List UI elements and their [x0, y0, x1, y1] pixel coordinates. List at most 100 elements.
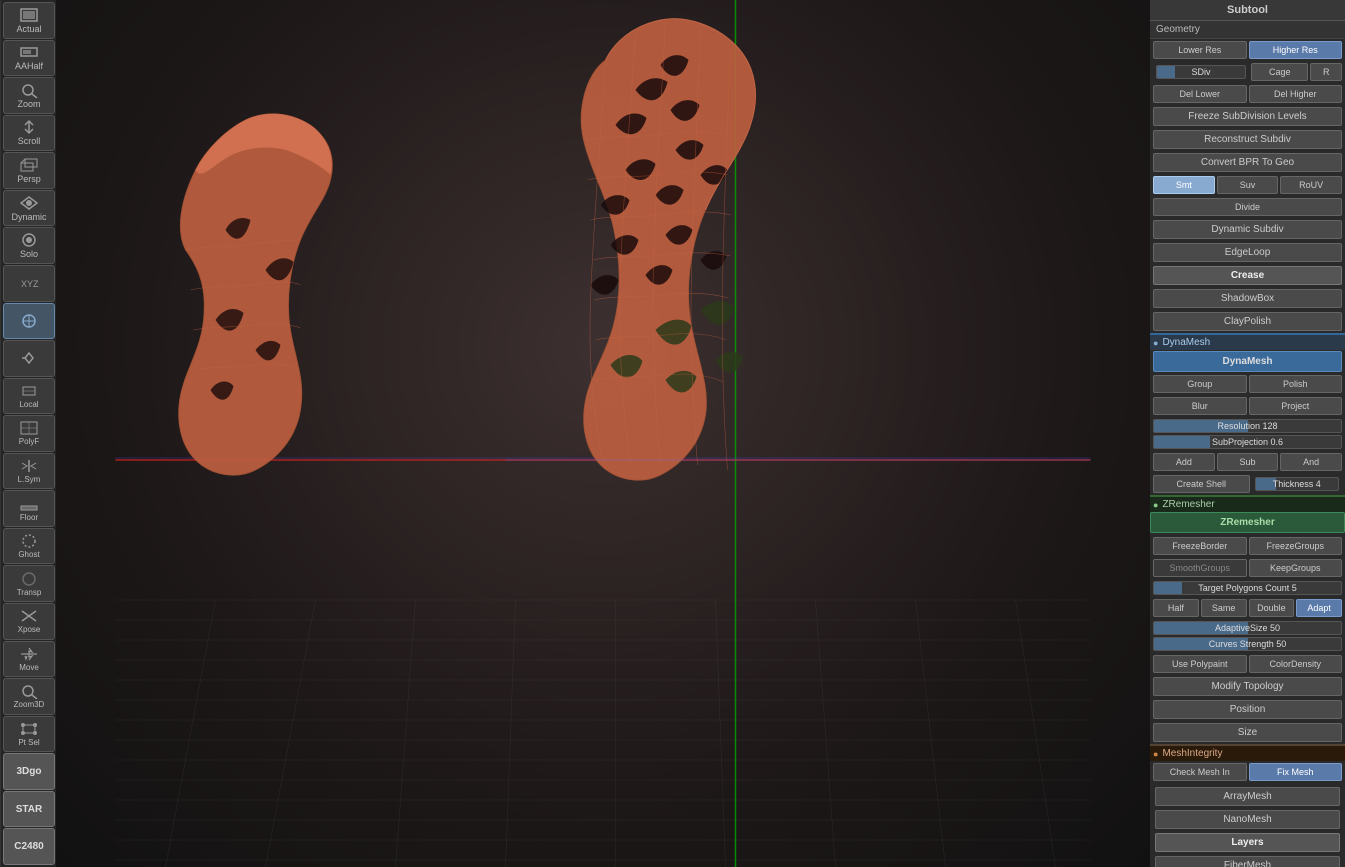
scroll-label: Scroll	[18, 136, 41, 146]
color-density-btn[interactable]: ColorDensity	[1249, 655, 1343, 673]
del-higher-btn[interactable]: Del Higher	[1249, 85, 1343, 103]
r-btn[interactable]: R	[1310, 63, 1342, 81]
and-btn[interactable]: And	[1280, 453, 1342, 471]
rouv-btn[interactable]: RoUV	[1280, 176, 1342, 194]
dynamic-btn[interactable]: Dynamic	[3, 190, 55, 227]
polyf-btn[interactable]: PolyF	[3, 415, 55, 452]
zremesher-section-title: ZRemesher	[1162, 499, 1214, 510]
claypolish-btn[interactable]: ClayPolish	[1153, 312, 1342, 331]
nano-mesh-btn[interactable]: NanoMesh	[1155, 810, 1340, 829]
sub-btn[interactable]: Sub	[1217, 453, 1279, 471]
project-btn[interactable]: Project	[1249, 397, 1343, 415]
zoom-label: Zoom	[17, 99, 40, 109]
aahalf-btn[interactable]: AAHalf	[3, 40, 55, 77]
shadowbox-btn[interactable]: ShadowBox	[1153, 289, 1342, 308]
double-btn[interactable]: Double	[1249, 599, 1295, 617]
polypaint-row: Use Polypaint ColorDensity	[1150, 653, 1345, 675]
dynmesh-section-title: DynaMesh	[1162, 337, 1210, 348]
use-polypaint-btn[interactable]: Use Polypaint	[1153, 655, 1247, 673]
thickness-slider[interactable]: Thickness 4	[1255, 477, 1340, 491]
divide-row: Divide	[1150, 196, 1345, 218]
modify-topology-btn[interactable]: Modify Topology	[1153, 677, 1342, 696]
aahalf-label: AAHalf	[15, 61, 43, 71]
adapt-btn[interactable]: Adapt	[1296, 599, 1342, 617]
half-btn[interactable]: Half	[1153, 599, 1199, 617]
zoom-btn[interactable]: Zoom	[3, 77, 55, 114]
smt-btn[interactable]: Smt	[1153, 176, 1215, 194]
blur-btn[interactable]: Blur	[1153, 397, 1247, 415]
reconstruct-subdiv-btn[interactable]: Reconstruct Subdiv	[1153, 130, 1342, 149]
ghost-btn[interactable]: Ghost	[3, 528, 55, 565]
polish-btn[interactable]: Polish	[1249, 375, 1343, 393]
del-lower-btn[interactable]: Del Lower	[1153, 85, 1247, 103]
add-btn[interactable]: Add	[1153, 453, 1215, 471]
move-btn[interactable]: Move	[3, 641, 55, 678]
3dgo-btn[interactable]: 3Dgo	[3, 753, 55, 790]
snap-btn[interactable]	[3, 303, 55, 340]
persp-btn[interactable]: Persp	[3, 152, 55, 189]
floor-label: Floor	[20, 513, 38, 522]
fiber-mesh-btn[interactable]: FiberMesh	[1155, 856, 1340, 867]
dynmesh-main-btn[interactable]: DynaMesh	[1153, 351, 1342, 372]
resolution-slider[interactable]: Resolution 128	[1153, 419, 1342, 433]
subprojection-slider[interactable]: SubProjection 0.6	[1153, 435, 1342, 449]
subtool-header: Subtool	[1150, 0, 1345, 21]
ref-btn[interactable]	[3, 340, 55, 377]
ptsel-btn[interactable]: Pt Sel	[3, 716, 55, 753]
persp-label: Persp	[17, 174, 41, 184]
solo-btn[interactable]: Solo	[3, 227, 55, 264]
floor-btn[interactable]: Floor	[3, 490, 55, 527]
polyf-label: PolyF	[19, 437, 39, 446]
half-same-double-row: Half Same Double Adapt	[1150, 597, 1345, 619]
same-btn[interactable]: Same	[1201, 599, 1247, 617]
actual-btn[interactable]: Actual	[3, 2, 55, 39]
edgeloop-btn[interactable]: EdgeLoop	[1153, 243, 1342, 262]
lsym-btn[interactable]: L.Sym	[3, 453, 55, 490]
check-mesh-btn[interactable]: Check Mesh In	[1153, 763, 1247, 781]
curves-strength-slider[interactable]: Curves Strength 50	[1153, 637, 1342, 651]
group-btn[interactable]: Group	[1153, 375, 1247, 393]
geometry-section: Geometry Lower Res Higher Res SDiv Cage …	[1150, 21, 1345, 333]
transp-label: Transp	[17, 588, 42, 597]
freeze-subdiv-btn[interactable]: Freeze SubDivision Levels	[1153, 107, 1342, 126]
zoom3d-btn[interactable]: Zoom3D	[3, 678, 55, 715]
transp-btn[interactable]: Transp	[3, 565, 55, 602]
local-label: Local	[19, 400, 38, 409]
freezeborder-btn[interactable]: FreezeBorder	[1153, 537, 1247, 555]
lower-res-btn[interactable]: Lower Res	[1153, 41, 1247, 59]
mesh-integrity-section: ● MeshIntegrity Check Mesh In Fix Mesh	[1150, 744, 1345, 783]
array-mesh-btn[interactable]: ArrayMesh	[1155, 787, 1340, 806]
dynamic-label: Dynamic	[11, 212, 46, 222]
fix-mesh-btn[interactable]: Fix Mesh	[1249, 763, 1343, 781]
xpose-btn[interactable]: Xpose	[3, 603, 55, 640]
freezegroups-btn[interactable]: FreezeGroups	[1249, 537, 1343, 555]
divide-btn[interactable]: Divide	[1153, 198, 1342, 216]
layers-btn[interactable]: Layers	[1155, 833, 1340, 852]
create-shell-btn[interactable]: Create Shell	[1153, 475, 1250, 493]
suv-btn[interactable]: Suv	[1217, 176, 1279, 194]
local-btn[interactable]: Local	[3, 378, 55, 415]
sdiv-row: SDiv Cage R	[1150, 61, 1345, 83]
xyz-btn[interactable]: XYZ	[3, 265, 55, 302]
zremesher-main-btn[interactable]: ZRemesher	[1150, 512, 1345, 533]
star-btn[interactable]: STAR	[3, 791, 55, 828]
scroll-btn[interactable]: Scroll	[3, 115, 55, 152]
c2480-btn[interactable]: C2480	[3, 828, 55, 865]
right-panel: Subtool Geometry Lower Res Higher Res SD…	[1150, 0, 1345, 867]
higher-res-btn[interactable]: Higher Res	[1249, 41, 1343, 59]
freeze-row: FreezeBorder FreezeGroups	[1150, 535, 1345, 557]
zremesher-section: ● ZRemesher ZRemesher FreezeBorder Freez…	[1150, 495, 1345, 744]
target-polygons-slider[interactable]: Target Polygons Count 5	[1153, 581, 1342, 595]
convert-bpr-btn[interactable]: Convert BPR To Geo	[1153, 153, 1342, 172]
keepgroups-btn[interactable]: KeepGroups	[1249, 559, 1343, 577]
adaptive-size-slider[interactable]: AdaptiveSize 50	[1153, 621, 1342, 635]
shell-thickness-row: Create Shell Thickness 4	[1150, 473, 1345, 495]
position-btn[interactable]: Position	[1153, 700, 1342, 719]
size-btn[interactable]: Size	[1153, 723, 1342, 742]
left-mini-toolbar: Actual AAHalf Zoom Scroll Persp Dynamic …	[0, 0, 56, 867]
crease-btn[interactable]: Crease	[1153, 266, 1342, 285]
cage-btn[interactable]: Cage	[1251, 63, 1308, 81]
dynamic-subdiv-btn[interactable]: Dynamic Subdiv	[1153, 220, 1342, 239]
smoothgroups-btn[interactable]: SmoothGroups	[1153, 559, 1247, 577]
sdiv-slider[interactable]: SDiv	[1156, 65, 1246, 79]
